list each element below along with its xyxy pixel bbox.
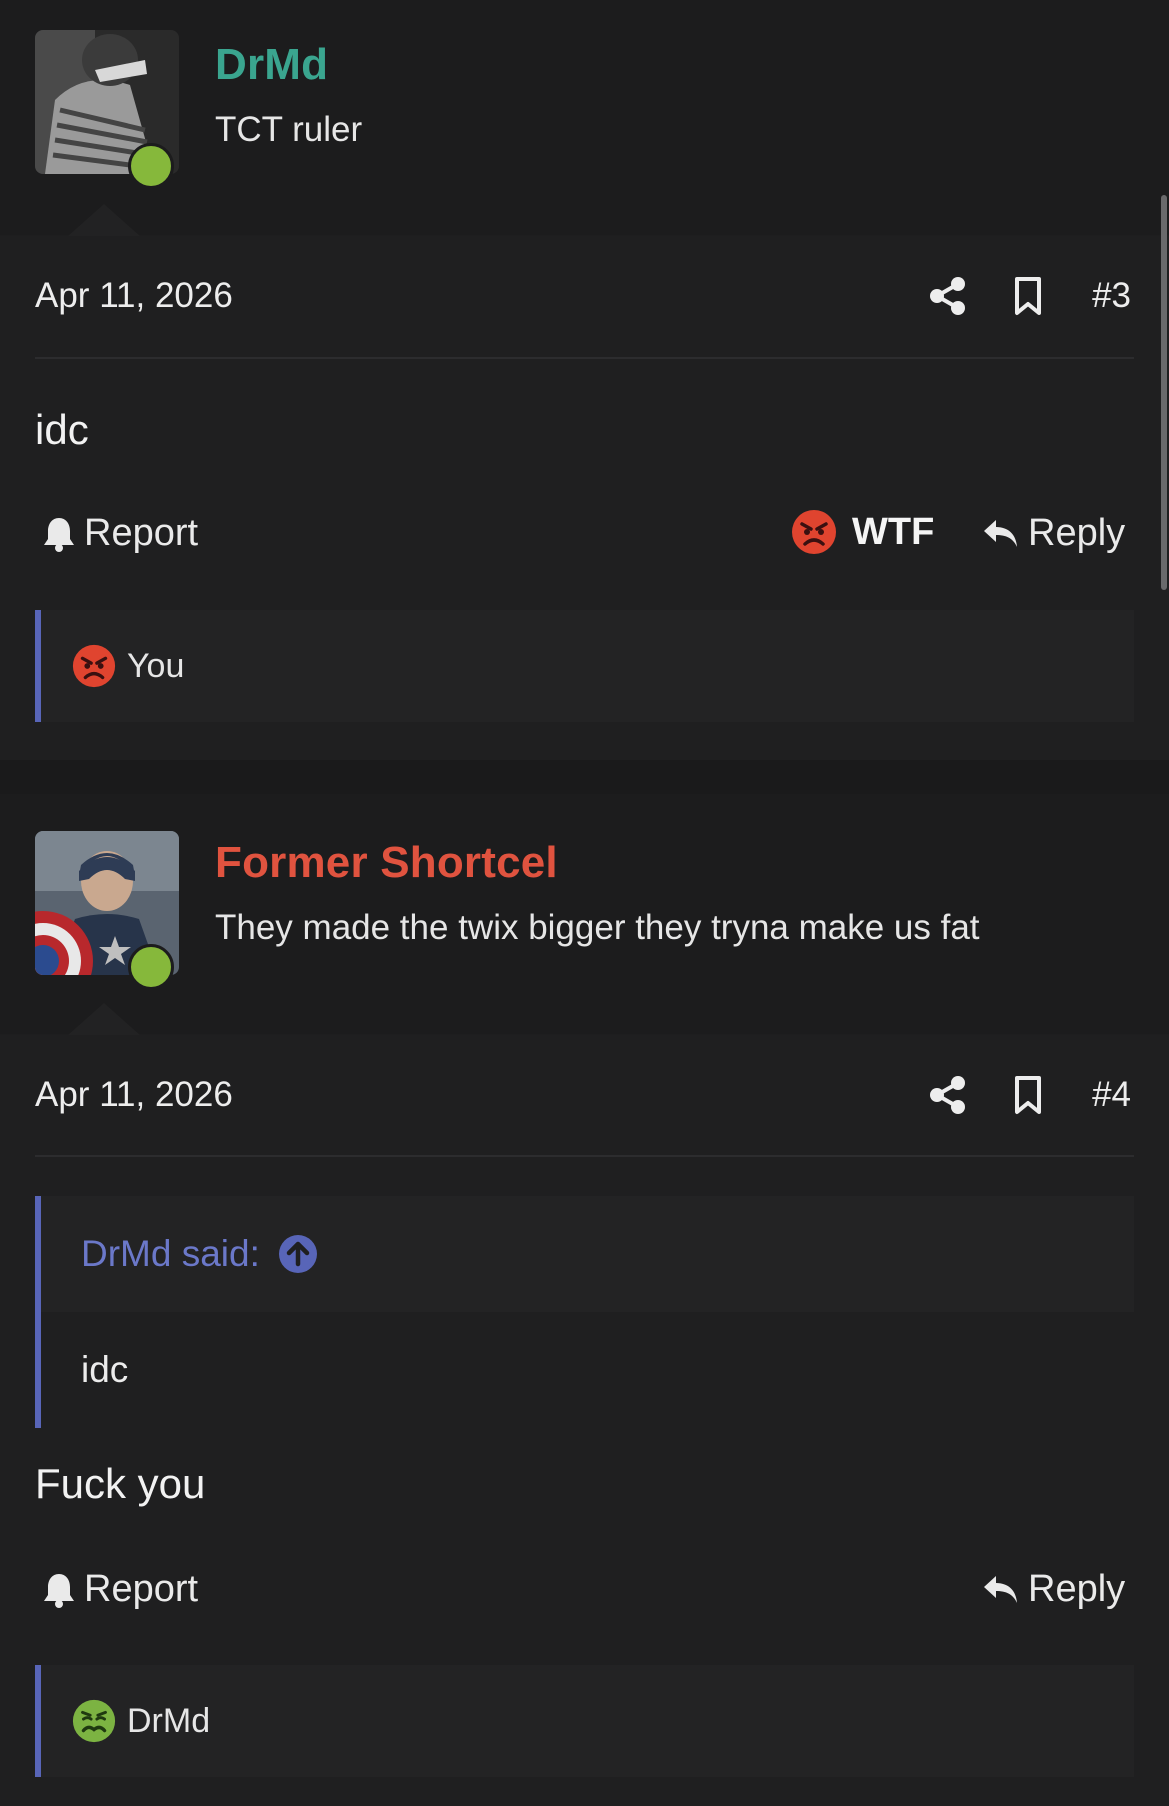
reactions-summary[interactable]: You	[35, 610, 1134, 722]
report-button[interactable]: Report	[42, 1568, 198, 1611]
reply-label: Reply	[1028, 512, 1126, 554]
bell-icon	[44, 1573, 74, 1608]
reaction-button[interactable]: WTF	[790, 508, 934, 556]
post-4-user-header: Former Shortcel They made the twix bigge…	[0, 794, 1169, 1035]
share-icon[interactable]	[928, 276, 968, 316]
reactions-users: You	[127, 646, 185, 685]
post-separator	[0, 760, 1169, 794]
share-icon[interactable]	[928, 1075, 968, 1115]
online-status-indicator	[128, 143, 174, 189]
post-date[interactable]: Apr 11, 2026	[35, 1075, 233, 1115]
post-date[interactable]: Apr 11, 2026	[35, 276, 233, 316]
report-label: Report	[84, 512, 199, 554]
report-button[interactable]: Report	[42, 512, 198, 555]
scrollbar[interactable]	[1161, 195, 1167, 590]
bookmark-icon[interactable]	[1008, 1075, 1048, 1115]
nauseated-face-icon	[72, 1699, 116, 1743]
angry-face-icon	[792, 510, 836, 554]
user-arrow	[68, 204, 140, 236]
post-body: idc	[35, 406, 89, 453]
user-title: They made the twix bigger they tryna mak…	[215, 908, 980, 947]
quote-text: idc	[41, 1312, 1134, 1428]
online-status-indicator	[128, 944, 174, 990]
reply-icon	[984, 519, 1017, 547]
post-number-link[interactable]: #3	[1092, 276, 1131, 316]
divider	[35, 1155, 1134, 1157]
reply-label: Reply	[1028, 1568, 1126, 1610]
post-3: Apr 11, 2026 #3 idc Report WTF Reply You	[0, 236, 1169, 760]
reactions-summary[interactable]: DrMd	[35, 1665, 1134, 1777]
reply-icon	[984, 1575, 1017, 1603]
reply-button[interactable]: Reply	[982, 512, 1125, 555]
angry-face-icon	[72, 644, 116, 688]
divider	[35, 357, 1134, 359]
quote-header[interactable]: DrMd said:	[41, 1196, 1134, 1312]
username-link[interactable]: Former Shortcel	[215, 838, 558, 888]
post-4: Apr 11, 2026 #4 DrMd said: idc Fuck you	[0, 1035, 1169, 1806]
quote-block: DrMd said: idc	[35, 1196, 1134, 1428]
reactions-users: DrMd	[127, 1701, 211, 1740]
quote-author[interactable]: DrMd said:	[81, 1233, 260, 1275]
reply-button[interactable]: Reply	[982, 1568, 1125, 1611]
bookmark-icon[interactable]	[1008, 276, 1048, 316]
bell-icon	[44, 517, 74, 552]
report-label: Report	[84, 1568, 199, 1610]
reaction-label: WTF	[852, 510, 935, 553]
user-title: TCT ruler	[215, 110, 363, 149]
username-link[interactable]: DrMd	[215, 40, 328, 90]
post-body: Fuck you	[35, 1460, 206, 1507]
user-arrow	[68, 1003, 140, 1035]
arrow-up-circle-icon[interactable]	[278, 1234, 318, 1274]
post-3-user-header: DrMd TCT ruler	[0, 0, 1169, 236]
post-number-link[interactable]: #4	[1092, 1075, 1131, 1115]
